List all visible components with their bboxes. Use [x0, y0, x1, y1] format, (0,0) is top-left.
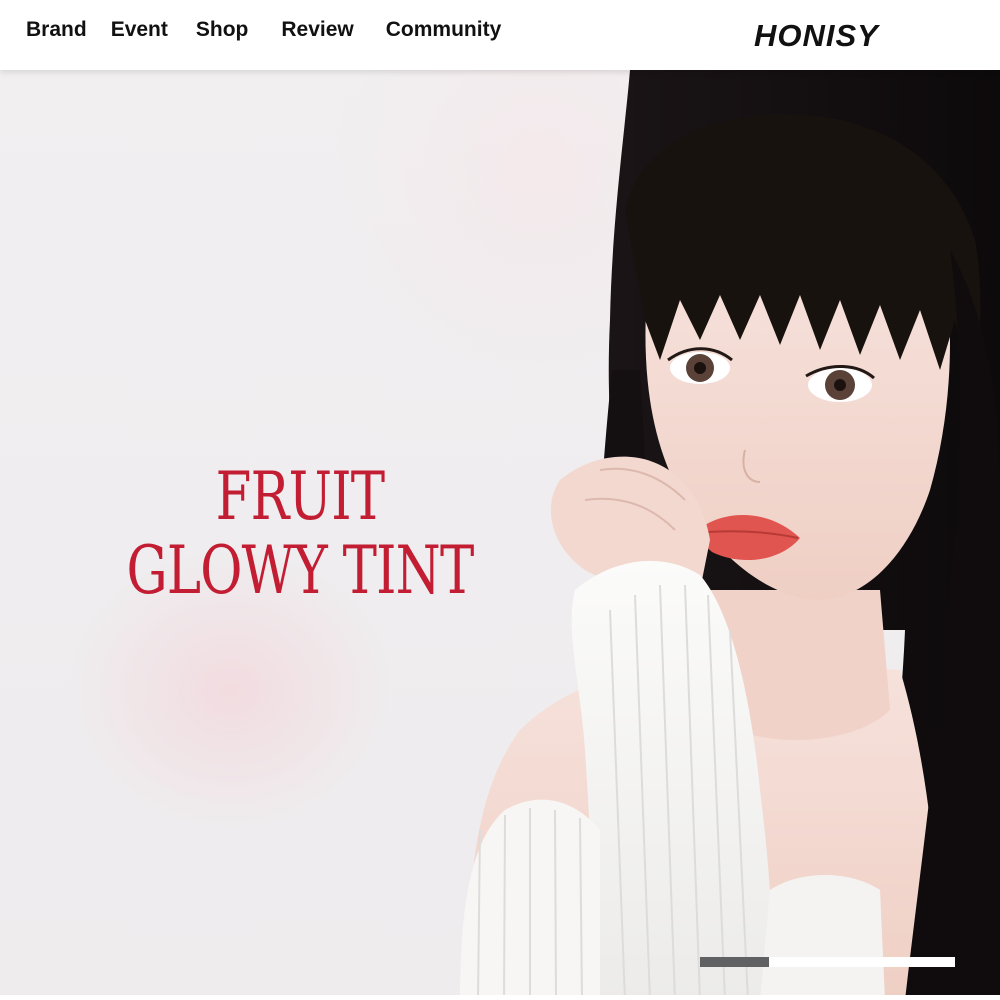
hero-banner[interactable]: FRUIT GLOWY TINT: [0, 70, 1000, 1000]
nav-review[interactable]: Review: [281, 18, 353, 42]
carousel-progress-fill: [700, 957, 769, 967]
nav-event[interactable]: Event: [111, 18, 168, 42]
carousel-progress-bar[interactable]: [700, 957, 955, 967]
headline-line-1: FRUIT: [215, 458, 385, 535]
site-header: Brand Event Shop Review Community HONISY: [0, 0, 1000, 70]
headline-line-2: GLOWY TINT: [126, 532, 474, 609]
brand-logo[interactable]: HONISY: [754, 18, 879, 54]
nav-brand[interactable]: Brand: [26, 18, 87, 42]
nav-community[interactable]: Community: [386, 18, 502, 42]
bottom-edge: [0, 995, 1000, 1000]
hero-headline: FRUIT GLOWY TINT: [113, 460, 487, 608]
nav-shop[interactable]: Shop: [196, 18, 249, 42]
main-nav: Brand Event Shop Review Community: [26, 0, 501, 60]
